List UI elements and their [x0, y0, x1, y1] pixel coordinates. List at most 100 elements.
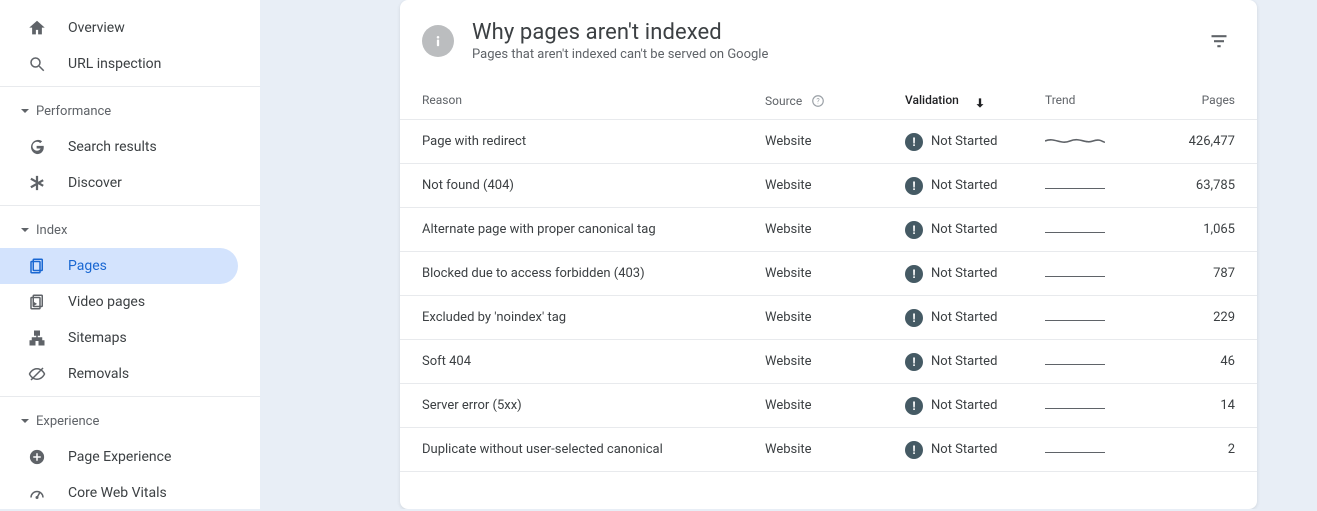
- cell-reason: Blocked due to access forbidden (403): [422, 266, 765, 281]
- table-row[interactable]: Alternate page with proper canonical tag…: [400, 208, 1257, 252]
- removals-icon: [28, 365, 46, 383]
- sidebar-item-search-results[interactable]: Search results: [0, 129, 238, 165]
- card-header: Why pages aren't indexed Pages that aren…: [400, 0, 1257, 80]
- cell-trend: [1045, 358, 1135, 365]
- help-icon[interactable]: ?: [811, 94, 825, 108]
- plus-circle-icon: [28, 448, 46, 466]
- cell-pages: 426,477: [1135, 134, 1235, 149]
- table-row[interactable]: Excluded by 'noindex' tagWebsite!Not Sta…: [400, 296, 1257, 340]
- exclamation-icon: !: [905, 265, 923, 283]
- sparkline-icon: [1045, 270, 1105, 277]
- exclamation-icon: !: [905, 441, 923, 459]
- validation-text: Not Started: [931, 354, 997, 369]
- sparkline-icon: [1045, 358, 1105, 365]
- cell-pages: 229: [1135, 310, 1235, 325]
- sidebar-section-label: Index: [36, 223, 67, 238]
- svg-text:?: ?: [817, 97, 821, 105]
- filter-button[interactable]: [1203, 25, 1235, 57]
- cell-pages: 2: [1135, 442, 1235, 457]
- cell-trend: [1045, 270, 1135, 277]
- sidebar-item-label: Search results: [68, 139, 157, 155]
- cell-reason: Alternate page with proper canonical tag: [422, 222, 765, 237]
- sidebar-item-removals[interactable]: Removals: [0, 356, 238, 392]
- table-header: Reason Source ? Validation Trend Pages: [400, 80, 1257, 120]
- column-validation[interactable]: Validation: [905, 93, 1045, 107]
- search-icon: [28, 55, 46, 73]
- caret-down-icon: [20, 106, 30, 116]
- column-pages[interactable]: Pages: [1135, 93, 1235, 107]
- sidebar-section-experience[interactable]: Experience: [0, 403, 260, 439]
- sidebar-item-label: Page Experience: [68, 449, 171, 465]
- column-label: Source: [765, 94, 802, 108]
- arrow-down-icon: [973, 96, 987, 110]
- table-row[interactable]: Duplicate without user-selected canonica…: [400, 428, 1257, 472]
- sidebar-item-label: Removals: [68, 366, 129, 382]
- exclamation-icon: !: [905, 397, 923, 415]
- card-subtitle: Pages that aren't indexed can't be serve…: [472, 47, 1185, 62]
- sidebar-item-url-inspection[interactable]: URL inspection: [0, 46, 238, 82]
- column-reason[interactable]: Reason: [422, 93, 765, 107]
- column-source[interactable]: Source ?: [765, 91, 905, 108]
- video-pages-icon: [28, 293, 46, 311]
- cell-source: Website: [765, 398, 905, 413]
- cell-pages: 14: [1135, 398, 1235, 413]
- cell-source: Website: [765, 354, 905, 369]
- sidebar-item-label: Sitemaps: [68, 330, 127, 346]
- validation-text: Not Started: [931, 178, 997, 193]
- speedometer-icon: [28, 484, 46, 502]
- cell-reason: Page with redirect: [422, 134, 765, 149]
- table-row[interactable]: Page with redirectWebsite!Not Started426…: [400, 120, 1257, 164]
- sidebar-item-video-pages[interactable]: Video pages: [0, 284, 238, 320]
- google-g-icon: [28, 138, 46, 156]
- asterisk-icon: [28, 174, 46, 192]
- cell-reason: Soft 404: [422, 354, 765, 369]
- cell-trend: [1045, 226, 1135, 233]
- cell-source: Website: [765, 178, 905, 193]
- column-trend[interactable]: Trend: [1045, 93, 1135, 107]
- cell-trend: [1045, 314, 1135, 321]
- exclamation-icon: !: [905, 221, 923, 239]
- card-title-wrap: Why pages aren't indexed Pages that aren…: [472, 20, 1185, 62]
- sidebar-item-pages[interactable]: Pages: [0, 248, 238, 284]
- cell-reason: Duplicate without user-selected canonica…: [422, 442, 765, 457]
- table-row[interactable]: Blocked due to access forbidden (403)Web…: [400, 252, 1257, 296]
- sidebar-item-discover[interactable]: Discover: [0, 165, 238, 201]
- sidebar-item-core-web-vitals[interactable]: Core Web Vitals: [0, 475, 238, 511]
- sidebar-section-index[interactable]: Index: [0, 212, 260, 248]
- cell-validation: !Not Started: [905, 441, 1045, 459]
- cell-source: Website: [765, 310, 905, 325]
- info-icon: [422, 25, 454, 57]
- table-row[interactable]: Server error (5xx)Website!Not Started 14: [400, 384, 1257, 428]
- cell-validation: !Not Started: [905, 397, 1045, 415]
- cell-validation: !Not Started: [905, 133, 1045, 151]
- cell-pages: 787: [1135, 266, 1235, 281]
- divider: [0, 86, 260, 87]
- sparkline-icon: [1045, 135, 1105, 149]
- cell-validation: ! Not Started: [905, 309, 1045, 327]
- sidebar: Overview URL inspection Performance Sear…: [0, 0, 260, 509]
- cell-reason: Server error (5xx): [422, 398, 765, 413]
- cell-source: Website: [765, 222, 905, 237]
- sidebar-item-sitemaps[interactable]: Sitemaps: [0, 320, 238, 356]
- sidebar-item-label: Video pages: [68, 294, 145, 310]
- sparkline-icon: [1045, 182, 1105, 189]
- sidebar-item-overview[interactable]: Overview: [0, 10, 238, 46]
- home-icon: [28, 19, 46, 37]
- validation-text: Not Started: [931, 310, 997, 325]
- caret-down-icon: [20, 416, 30, 426]
- table-row[interactable]: Not found (404)Website!Not Started63,785: [400, 164, 1257, 208]
- validation-text: Not Started: [931, 266, 997, 281]
- cell-validation: !Not Started: [905, 177, 1045, 195]
- sidebar-item-label: Overview: [68, 20, 125, 36]
- sidebar-item-label: URL inspection: [68, 56, 161, 72]
- cell-validation: !Not Started: [905, 353, 1045, 371]
- exclamation-icon: !: [905, 309, 923, 327]
- sidebar-item-page-experience[interactable]: Page Experience: [0, 439, 238, 475]
- cell-validation: ! Not Started: [905, 265, 1045, 283]
- sidebar-item-label: Pages: [68, 258, 107, 274]
- sidebar-section-performance[interactable]: Performance: [0, 93, 260, 129]
- sparkline-icon: [1045, 446, 1105, 453]
- cell-source: Website: [765, 442, 905, 457]
- table-row[interactable]: Soft 404Website!Not Started46: [400, 340, 1257, 384]
- sitemap-icon: [28, 329, 46, 347]
